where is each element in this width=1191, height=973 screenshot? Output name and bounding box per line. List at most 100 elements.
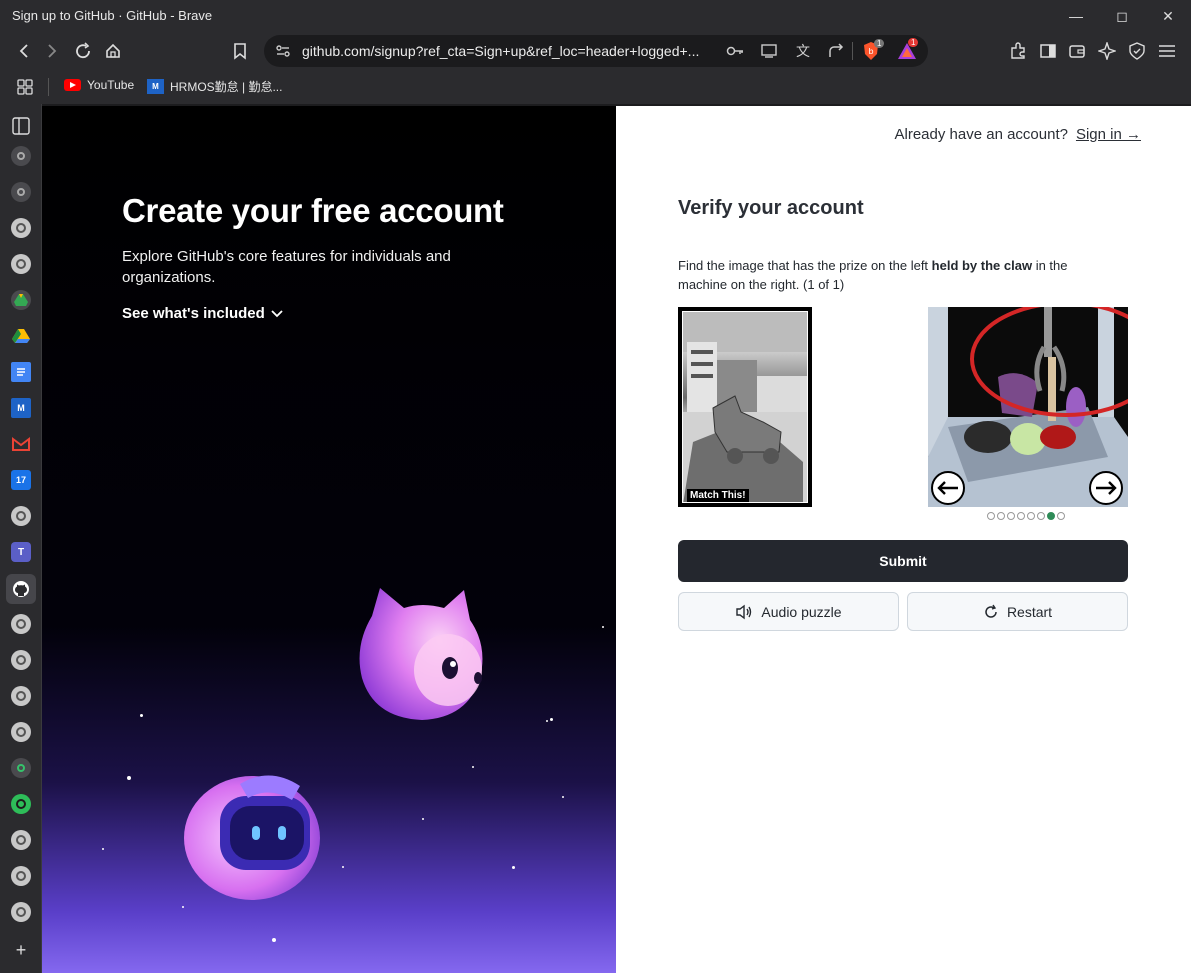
leo-ai-icon[interactable] (1093, 37, 1121, 65)
web-panel-icon[interactable] (11, 758, 31, 778)
share-icon[interactable] (826, 41, 848, 61)
key-icon[interactable] (724, 41, 746, 61)
web-panel-icon[interactable] (11, 182, 31, 202)
bookmarks-divider (48, 78, 49, 96)
red-annotation-circle (970, 307, 1128, 417)
bookmark-icon[interactable] (226, 37, 254, 65)
roller-skate-picture (683, 312, 807, 502)
youtube-icon (64, 79, 81, 91)
arrow-right-icon (1096, 481, 1117, 495)
teams-icon[interactable]: T (11, 542, 31, 562)
green-app-icon[interactable] (11, 794, 31, 814)
globe-icon[interactable] (11, 830, 31, 850)
minimize-button[interactable]: — (1053, 0, 1099, 32)
cast-icon[interactable] (758, 41, 780, 61)
google-drive-icon[interactable] (11, 326, 31, 346)
translate-icon[interactable]: 文 (792, 41, 814, 61)
close-button[interactable]: ✕ (1145, 0, 1191, 32)
drive-folder-icon[interactable] (11, 290, 31, 310)
globe-icon[interactable] (11, 506, 31, 526)
have-account-text: Already have an account? (894, 126, 1068, 143)
claw-machine-image[interactable] (928, 307, 1128, 507)
arrow-left-icon (937, 481, 958, 495)
page-subtitle: Explore GitHub's core features for indiv… (122, 248, 451, 286)
next-image-button[interactable] (1089, 471, 1123, 505)
star-decoration (342, 866, 344, 868)
carousel-dot[interactable] (1057, 512, 1065, 520)
captcha-instruction: Find the image that has the prize on the… (678, 256, 1118, 294)
star-decoration (102, 848, 104, 850)
carousel-indicator (987, 512, 1065, 520)
sidebar-toggle-icon[interactable] (1034, 37, 1062, 65)
globe-icon[interactable] (11, 650, 31, 670)
restart-button[interactable]: Restart (907, 592, 1128, 631)
carousel-dot[interactable] (987, 512, 995, 520)
carousel-dot[interactable] (1027, 512, 1035, 520)
globe-icon[interactable] (11, 866, 31, 886)
add-panel-icon[interactable]: + (11, 940, 31, 960)
carousel-dot[interactable] (1037, 512, 1045, 520)
star-decoration (140, 714, 143, 717)
octocat-mascot-illustration (359, 588, 483, 720)
brave-shields-icon[interactable]: b 1 (860, 39, 885, 61)
menu-icon[interactable] (1153, 37, 1181, 65)
carousel-dot[interactable] (1007, 512, 1015, 520)
page-title: Create your free account (122, 192, 504, 229)
hrmos-icon[interactable]: M (11, 398, 31, 418)
see-included-label: See what's included (122, 305, 265, 322)
sign-in-link[interactable]: Sign in → (1076, 126, 1141, 143)
see-included-toggle[interactable]: See what's included (122, 305, 283, 322)
globe-icon[interactable] (11, 218, 31, 238)
star-decoration (127, 776, 131, 780)
extensions-icon[interactable] (1004, 37, 1032, 65)
carousel-dot[interactable] (1017, 512, 1025, 520)
bookmark-label: HRMOS勤怠 | 勤怠... (170, 80, 283, 94)
star-decoration (562, 796, 564, 798)
instruction-text: Find the image that has the prize on the… (678, 258, 932, 273)
bookmark-hrmos[interactable]: M HRMOS勤怠 | 勤怠... (147, 78, 282, 95)
previous-image-button[interactable] (931, 471, 965, 505)
side-panel: M 17 T + (0, 104, 42, 973)
brave-rewards-icon[interactable]: 1 (896, 38, 919, 61)
apps-icon[interactable] (16, 78, 34, 96)
star-decoration (550, 718, 553, 721)
globe-icon[interactable] (11, 722, 31, 742)
vpn-icon[interactable] (1123, 37, 1151, 65)
signup-hero: Create your free account Explore GitHub'… (42, 106, 616, 973)
forward-icon[interactable] (38, 37, 66, 65)
svg-text:b: b (868, 47, 873, 56)
already-have-account: Already have an account? Sign in → (895, 126, 1142, 143)
url-text[interactable]: github.com/signup?ref_cta=Sign+up&ref_lo… (302, 43, 699, 59)
github-icon[interactable] (6, 574, 36, 604)
carousel-dot[interactable] (1047, 512, 1055, 520)
sidebar-panel-icon[interactable] (11, 116, 31, 136)
carousel-dot[interactable] (997, 512, 1005, 520)
address-bar[interactable]: github.com/signup?ref_cta=Sign+up&ref_lo… (264, 35, 928, 67)
web-panel-icon[interactable] (11, 146, 31, 166)
star-decoration (546, 720, 548, 722)
globe-icon[interactable] (11, 614, 31, 634)
shields-badge: 1 (874, 39, 885, 48)
reload-icon[interactable] (69, 37, 97, 65)
back-icon[interactable] (10, 37, 38, 65)
globe-icon[interactable] (11, 902, 31, 922)
maximize-button[interactable]: ◻ (1099, 0, 1145, 32)
gmail-icon[interactable] (11, 434, 31, 454)
bookmark-youtube[interactable]: YouTube (64, 78, 134, 92)
submit-button[interactable]: Submit (678, 540, 1128, 582)
browser-toolbar: github.com/signup?ref_cta=Sign+up&ref_lo… (0, 32, 1191, 70)
star-decoration (272, 938, 276, 942)
star-decoration (472, 766, 474, 768)
bookmark-label: YouTube (87, 78, 135, 92)
home-icon[interactable] (99, 37, 127, 65)
site-info-icon[interactable] (272, 41, 294, 61)
wallet-icon[interactable] (1063, 37, 1091, 65)
globe-icon[interactable] (11, 686, 31, 706)
globe-icon[interactable] (11, 254, 31, 274)
match-this-label: Match This! (687, 489, 749, 502)
chevron-down-icon (271, 309, 283, 317)
calendar-icon[interactable]: 17 (11, 470, 31, 490)
audio-puzzle-button[interactable]: Audio puzzle (678, 592, 899, 631)
google-docs-icon[interactable] (11, 362, 31, 382)
audio-puzzle-label: Audio puzzle (761, 603, 842, 620)
